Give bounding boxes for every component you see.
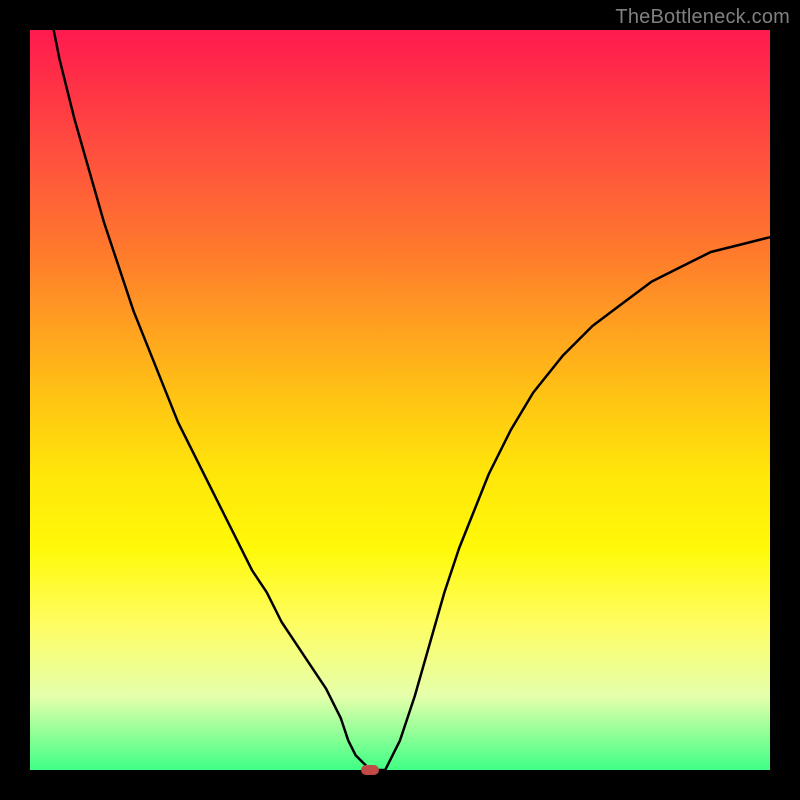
chart-frame: TheBottleneck.com — [0, 0, 800, 800]
watermark-text: TheBottleneck.com — [615, 6, 790, 29]
bottleneck-curve — [30, 30, 770, 770]
plot-area — [30, 30, 770, 770]
optimal-point-marker — [361, 765, 379, 775]
